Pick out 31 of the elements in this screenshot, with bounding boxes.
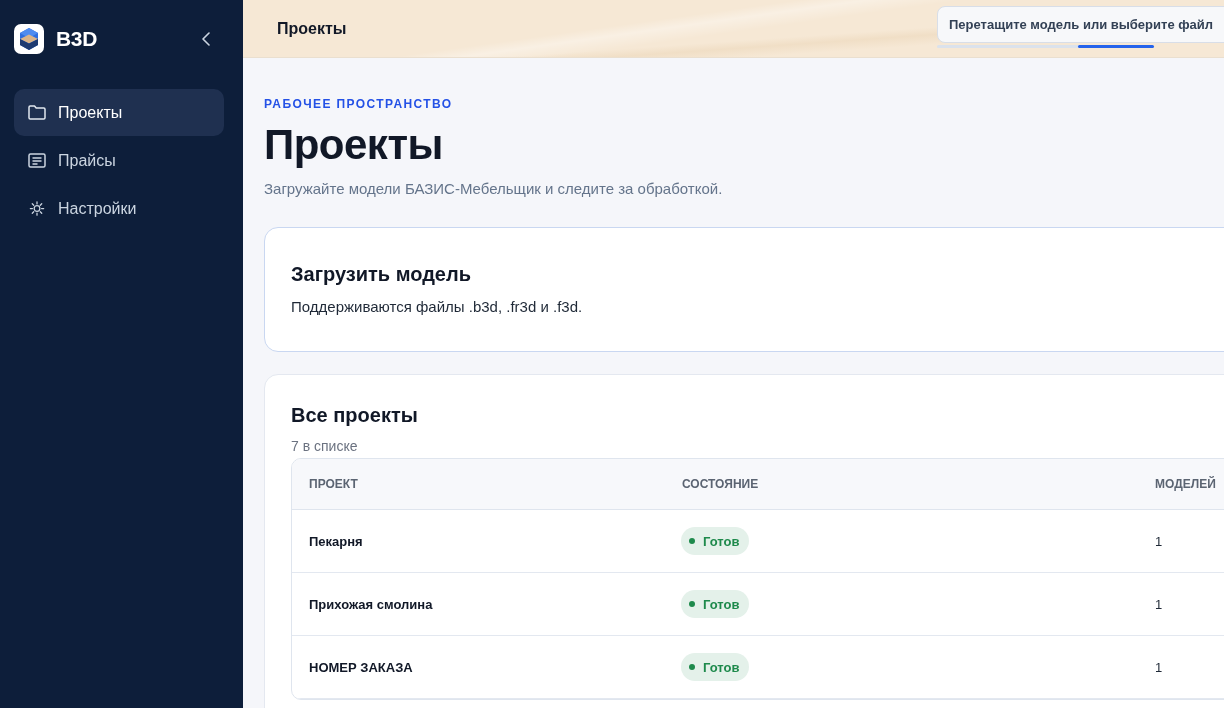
status-label: Готов [703, 596, 740, 612]
settings-icon [28, 201, 46, 216]
project-name-cell: НОМЕР ЗАКАЗА [309, 659, 413, 675]
upload-card[interactable]: Загрузить модель Поддерживаются файлы .b3d, .fr3d и .f3d. [264, 227, 1224, 352]
sidebar-item[interactable]: Проекты [14, 89, 224, 136]
project-name-cell: Пекарня [309, 533, 363, 549]
cube-logo-icon [14, 24, 44, 54]
page-title: Проекты [264, 122, 443, 168]
folder-icon [28, 105, 46, 120]
page-subtitle: Загружайте модели БАЗИС-Мебельщик и следите за обработкой. [264, 179, 723, 199]
model-count-cell: 1 [1155, 659, 1163, 675]
status-label: Готов [703, 659, 740, 675]
sidebar-item[interactable]: Настройки [14, 185, 224, 232]
topbar-title: Проекты [277, 19, 347, 38]
column-header: МОДЕЛЕЙ [1155, 477, 1216, 491]
column-header: ПРОЕКТ [309, 477, 358, 491]
document-list-icon [28, 153, 46, 168]
chevron-left-icon [202, 32, 210, 46]
card-title: Загрузить модель [291, 262, 471, 287]
sidebar-item[interactable]: Прайсы [14, 137, 224, 184]
model-count-cell: 1 [1155, 533, 1163, 549]
brand-name: B3D [56, 27, 98, 51]
model-count-cell: 1 [1155, 596, 1163, 612]
project-count: 7 в списке [291, 437, 358, 455]
project-name-cell: Прихожая смолина [309, 596, 433, 612]
status-label: Готов [703, 533, 740, 549]
drop-hint-text: Перетащите модель или выберите файл [949, 17, 1214, 32]
section-eyebrow: РАБОЧЕЕ ПРОСТРАНСТВО [264, 96, 453, 112]
column-header: СОСТОЯНИЕ [682, 477, 759, 491]
card-title: Все проекты [291, 403, 418, 428]
card-text: Поддерживаются файлы .b3d, .fr3d и .f3d. [291, 297, 583, 317]
